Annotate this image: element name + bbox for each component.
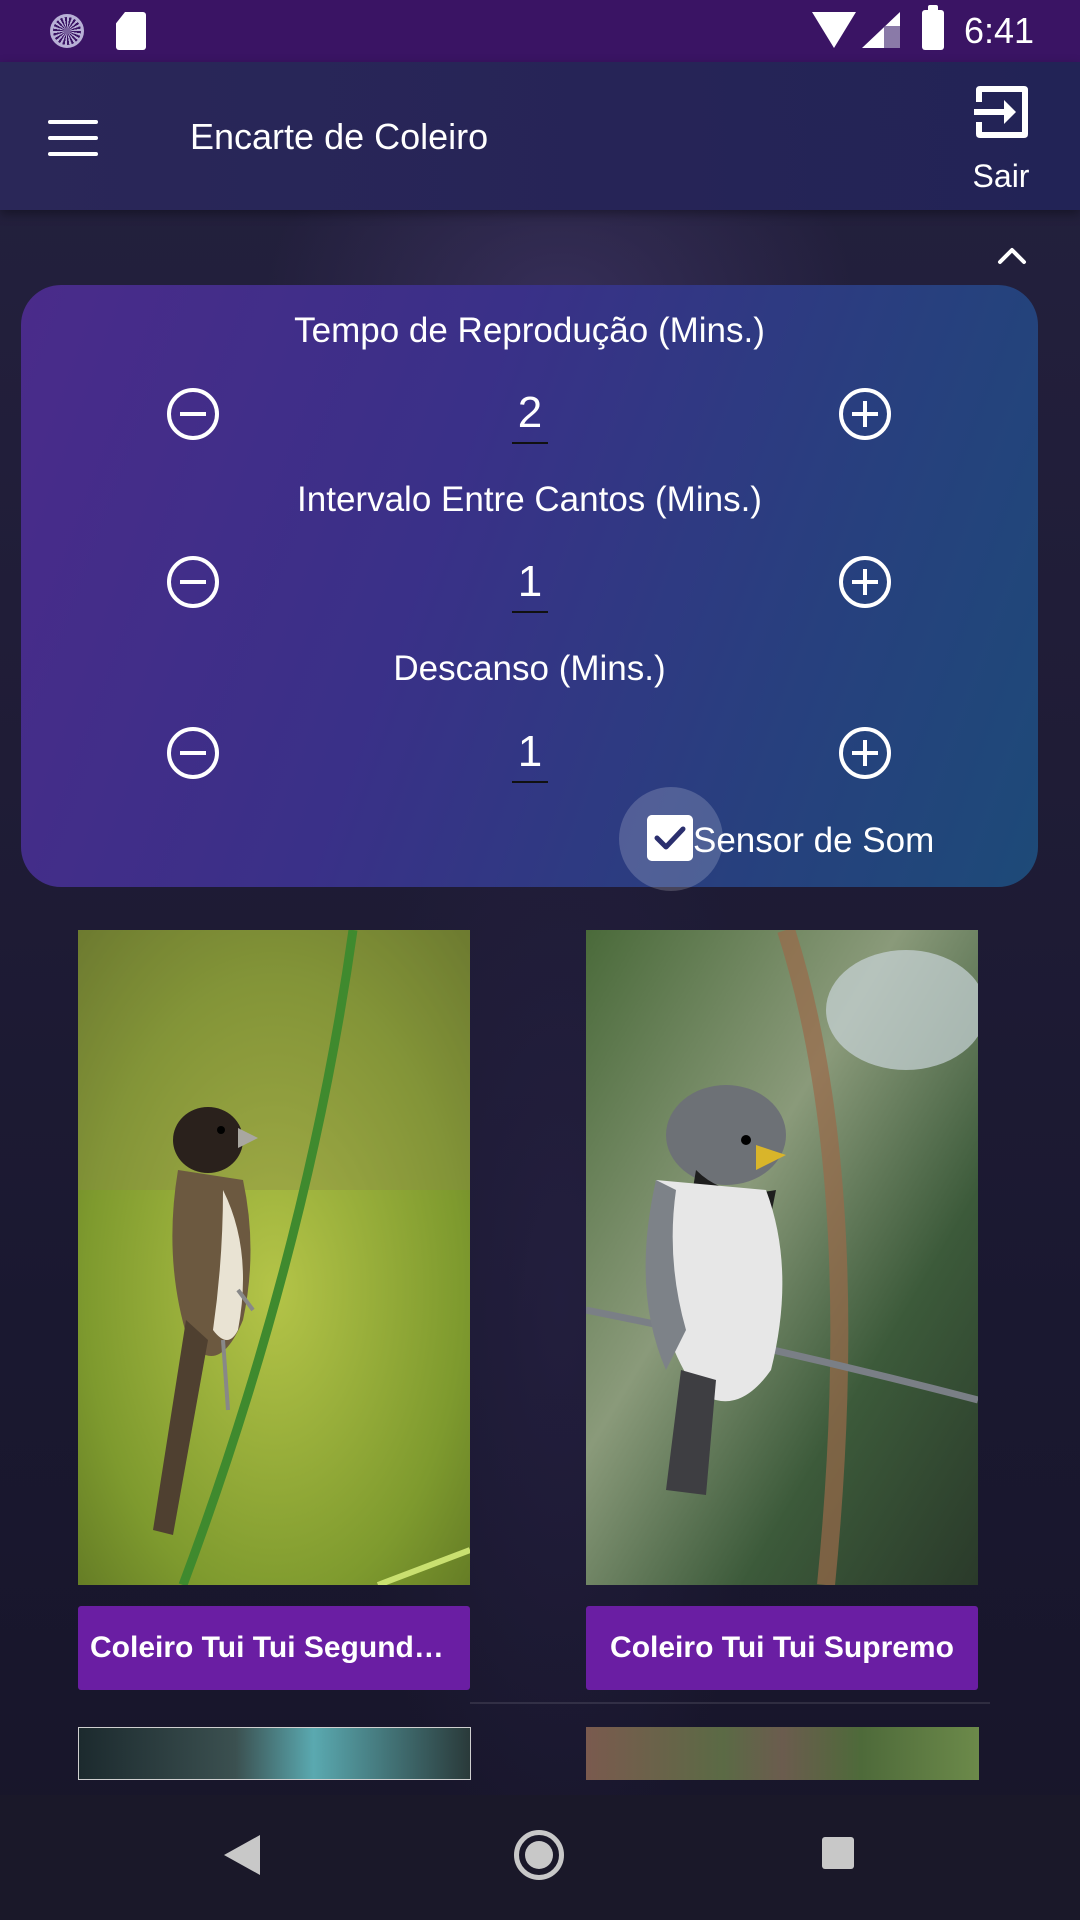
back-icon[interactable] — [224, 1835, 260, 1875]
signal-icon — [862, 12, 900, 48]
navigation-bar — [0, 1795, 1080, 1920]
chevron-up-icon[interactable] — [992, 240, 1032, 272]
battery-icon — [922, 5, 944, 50]
settings-panel: Tempo de Reprodução (Mins.) 2 Intervalo … — [21, 285, 1038, 891]
bird-image[interactable] — [586, 1727, 979, 1780]
sd-card-icon — [116, 12, 146, 50]
increase-rest-button[interactable] — [838, 726, 892, 780]
bird-card[interactable]: Coleiro Tui Tui Segunda ... — [78, 930, 470, 1690]
checkmark-icon — [647, 815, 693, 861]
sound-sensor-label[interactable]: Sensor de Som — [693, 821, 934, 861]
status-time: 6:41 — [964, 10, 1035, 51]
song-interval-label: Intervalo Entre Cantos (Mins.) — [297, 480, 762, 519]
playback-time-label: Tempo de Reprodução (Mins.) — [294, 311, 765, 350]
app-bar: Encarte de Coleiro Sair — [0, 62, 1080, 210]
playback-time-value[interactable]: 2 — [512, 388, 548, 444]
exit-button[interactable]: Sair — [950, 80, 1050, 200]
bird-image[interactable] — [78, 1727, 471, 1780]
bird-card-label[interactable]: Coleiro Tui Tui Supremo — [586, 1606, 978, 1690]
bird-card[interactable]: Coleiro Tui Tui Supremo — [586, 930, 978, 1690]
hamburger-menu-icon[interactable] — [48, 120, 98, 156]
status-bar: 6:41 — [0, 0, 1080, 62]
bird-image — [586, 930, 978, 1585]
recents-icon[interactable] — [822, 1837, 854, 1869]
bird-card-label[interactable]: Coleiro Tui Tui Segunda ... — [78, 1606, 470, 1690]
bird-image — [78, 930, 470, 1585]
decrease-playback-time-button[interactable] — [166, 387, 220, 441]
home-icon[interactable] — [514, 1830, 564, 1880]
rest-value[interactable]: 1 — [512, 727, 548, 783]
decrease-song-interval-button[interactable] — [166, 555, 220, 609]
decrease-rest-button[interactable] — [166, 726, 220, 780]
song-interval-value[interactable]: 1 — [512, 557, 548, 613]
exit-icon — [974, 86, 1028, 138]
rest-label: Descanso (Mins.) — [393, 649, 666, 688]
wifi-icon — [812, 12, 856, 48]
page-title: Encarte de Coleiro — [190, 116, 489, 157]
increase-playback-time-button[interactable] — [838, 387, 892, 441]
exit-label: Sair — [972, 158, 1030, 194]
divider — [470, 1702, 990, 1704]
sync-icon — [50, 14, 84, 48]
increase-song-interval-button[interactable] — [838, 555, 892, 609]
